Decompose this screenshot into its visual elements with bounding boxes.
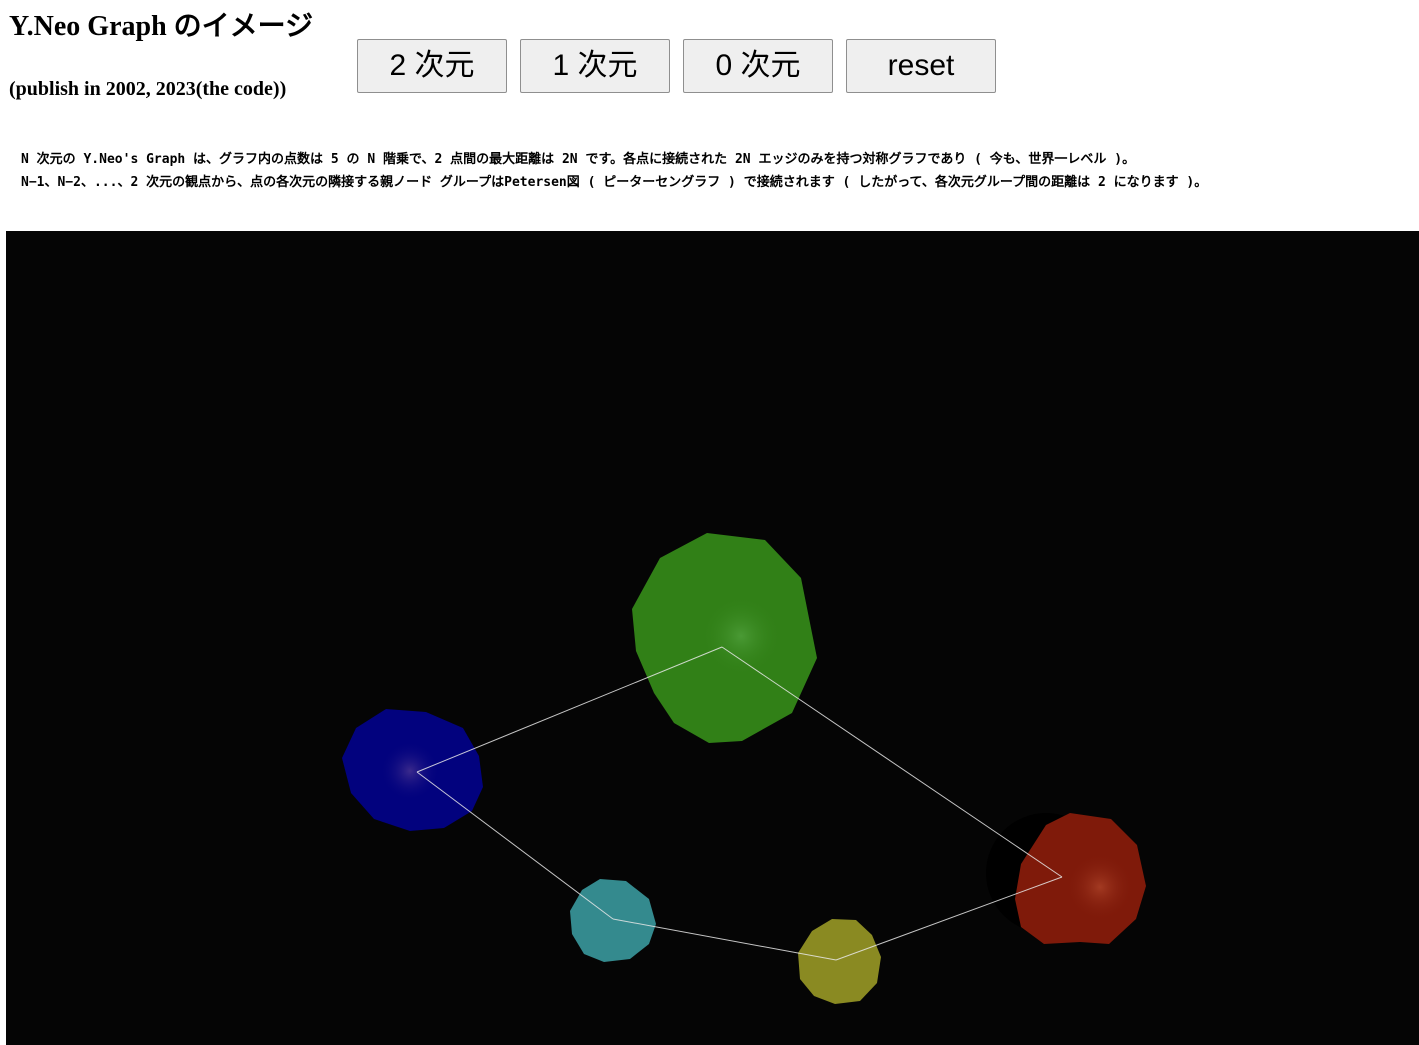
graph-node-glow	[380, 741, 440, 801]
graph-svg	[342, 533, 1146, 1004]
description-line-1: N 次元の Y.Neo's Graph は、グラフ内の点数は 5 の N 階乗で…	[21, 152, 1136, 167]
graph-edge	[721, 646, 1063, 878]
dimension-2-button[interactable]: 2 次元	[357, 39, 507, 93]
description-line-2: N−1、N−2、...、2 次元の観点から、点の各次元の隣接する親ノード グルー…	[21, 175, 1208, 190]
description: N 次元の Y.Neo's Graph は、グラフ内の点数は 5 の N 階乗で…	[21, 148, 1416, 194]
dimension-controls: 2 次元 1 次元 0 次元 reset	[357, 39, 996, 93]
page-title: Y.Neo Graph のイメージ	[9, 11, 314, 42]
page-subtitle: (publish in 2002, 2023(the code))	[9, 78, 287, 100]
graph-node-glow	[701, 596, 781, 676]
nodes-layer	[342, 533, 1146, 1004]
graph-edge	[416, 771, 614, 920]
dimension-1-button[interactable]: 1 次元	[520, 39, 670, 93]
dimension-0-button[interactable]: 0 次元	[683, 39, 833, 93]
graph-node[interactable]	[798, 919, 881, 1004]
graph-canvas[interactable]	[6, 231, 1419, 1045]
reset-button[interactable]: reset	[846, 39, 996, 93]
title-block: Y.Neo Graph のイメージ (publish in 2002, 2023…	[9, 6, 349, 100]
graph-node-glow	[1066, 853, 1134, 921]
graph-node[interactable]	[570, 879, 656, 962]
